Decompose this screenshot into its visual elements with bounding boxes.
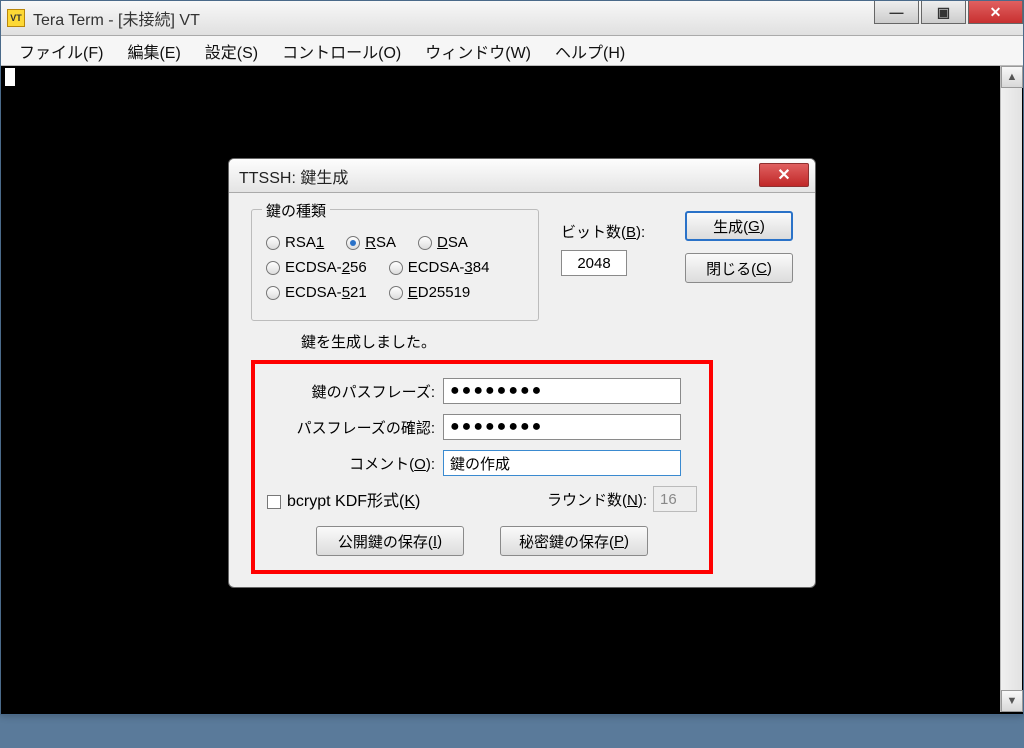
maximize-button[interactable]: ▣	[921, 1, 966, 24]
comment-label: コメント(O):	[267, 453, 443, 474]
radio-ed25519[interactable]: ED25519	[389, 284, 471, 301]
status-text: 鍵を生成しました。	[301, 331, 793, 352]
radio-dot-icon	[266, 286, 280, 300]
dialog-body: 鍵の種類 RSA1 RSA DSA ECDSA-256 ECDSA-384 EC…	[229, 193, 815, 588]
key-type-group-label: 鍵の種類	[262, 200, 330, 221]
close-button[interactable]: ✕	[968, 1, 1023, 24]
radio-dot-icon	[389, 286, 403, 300]
menu-file[interactable]: ファイル(F)	[7, 36, 115, 66]
menu-control[interactable]: コントロール(O)	[270, 36, 413, 66]
menu-window[interactable]: ウィンドウ(W)	[413, 36, 543, 66]
dialog-title: TTSSH: 鍵生成	[239, 164, 348, 188]
window-title: Tera Term - [未接続] VT	[33, 6, 200, 30]
key-type-group: 鍵の種類 RSA1 RSA DSA ECDSA-256 ECDSA-384 EC…	[251, 209, 539, 321]
dialog-titlebar: TTSSH: 鍵生成 ✕	[229, 159, 815, 193]
radio-dot-icon	[346, 236, 360, 250]
rounds-label: ラウンド数(N):	[547, 489, 647, 510]
menu-setup[interactable]: 設定(S)	[193, 36, 270, 66]
app-icon: VT	[7, 9, 25, 27]
radio-dot-icon	[418, 236, 432, 250]
dialog-close-button[interactable]: ✕	[759, 163, 809, 187]
radio-ecdsa521[interactable]: ECDSA-521	[266, 284, 367, 301]
radio-ecdsa384[interactable]: ECDSA-384	[389, 259, 490, 276]
radio-dot-icon	[266, 236, 280, 250]
scroll-up-icon[interactable]: ▲	[1001, 66, 1023, 88]
titlebar: VT Tera Term - [未接続] VT — ▣ ✕	[1, 1, 1023, 36]
passphrase-label: 鍵のパスフレーズ:	[267, 381, 443, 402]
radio-dsa[interactable]: DSA	[418, 234, 468, 251]
menu-help[interactable]: ヘルプ(H)	[543, 36, 637, 66]
save-public-key-button[interactable]: 公開鍵の保存(I)	[316, 526, 464, 556]
passphrase-confirm-label: パスフレーズの確認:	[267, 417, 443, 438]
passphrase-confirm-input[interactable]	[443, 414, 681, 440]
dialog-close-btn[interactable]: 閉じる(C)	[685, 253, 793, 283]
vertical-scrollbar[interactable]: ▲ ▼	[1000, 66, 1022, 712]
menu-edit[interactable]: 編集(E)	[115, 36, 192, 66]
save-private-key-button[interactable]: 秘密鍵の保存(P)	[500, 526, 648, 556]
scroll-down-icon[interactable]: ▼	[1001, 690, 1023, 712]
radio-dot-icon	[266, 261, 280, 275]
rounds-input	[653, 486, 697, 512]
minimize-button[interactable]: —	[874, 1, 919, 24]
radio-rsa[interactable]: RSA	[346, 234, 396, 251]
highlighted-section: 鍵のパスフレーズ: パスフレーズの確認: コメント(O): bcrypt KDF…	[251, 360, 713, 574]
checkbox-icon	[267, 495, 281, 509]
bcrypt-label: bcrypt KDF形式(K)	[287, 493, 420, 510]
menubar: ファイル(F) 編集(E) 設定(S) コントロール(O) ウィンドウ(W) ヘ…	[1, 36, 1023, 66]
comment-input[interactable]	[443, 450, 681, 476]
radio-dot-icon	[389, 261, 403, 275]
window-buttons: — ▣ ✕	[872, 1, 1023, 24]
passphrase-input[interactable]	[443, 378, 681, 404]
radio-rsa1[interactable]: RSA1	[266, 234, 324, 251]
radio-ecdsa256[interactable]: ECDSA-256	[266, 259, 367, 276]
generate-button[interactable]: 生成(G)	[685, 211, 793, 241]
keygen-dialog: TTSSH: 鍵生成 ✕ 鍵の種類 RSA1 RSA DSA ECDSA-256…	[228, 158, 816, 588]
bcrypt-checkbox[interactable]: bcrypt KDF形式(K)	[267, 487, 420, 511]
terminal-cursor	[5, 68, 15, 86]
